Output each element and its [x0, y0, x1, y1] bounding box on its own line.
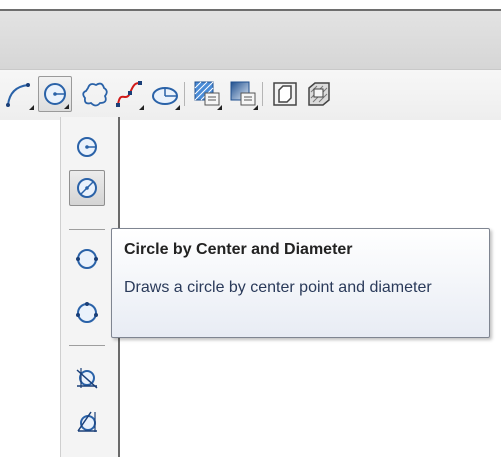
flyout-circle-tan-tan-radius[interactable] [69, 360, 105, 396]
flyout-separator [69, 229, 105, 230]
window-top [0, 0, 501, 9]
hatch-button[interactable] [190, 76, 224, 112]
region-button[interactable] [268, 76, 302, 112]
arc-button[interactable] [2, 76, 36, 112]
wipeout-icon [308, 82, 330, 106]
revision-cloud-button[interactable] [78, 76, 112, 112]
dropdown-corner [253, 105, 258, 110]
spline-button[interactable] [112, 76, 146, 112]
flyout-separator [69, 345, 105, 346]
circle-center-diameter-icon [77, 178, 97, 198]
circle-tan-tan-tan-icon [77, 411, 97, 432]
circle-button[interactable] [38, 76, 72, 112]
dropdown-corner [139, 105, 144, 110]
flyout-circle-tan-tan-tan[interactable] [69, 404, 105, 440]
circle-tan-tan-radius-icon [76, 368, 98, 389]
toolbar-separator [184, 82, 185, 106]
dropdown-corner [175, 105, 180, 110]
ribbon-panel-band [0, 11, 501, 70]
wipeout-button[interactable] [302, 76, 336, 112]
gradient-button[interactable] [226, 76, 260, 112]
dropdown-corner [64, 104, 69, 109]
revision-cloud-icon [82, 82, 108, 107]
ellipse-button[interactable] [148, 76, 182, 112]
tooltip-description: Draws a circle by center point and diame… [124, 279, 432, 296]
flyout-circle-2-point[interactable] [69, 241, 105, 277]
region-icon [273, 82, 297, 106]
circle-center-radius-icon [77, 137, 97, 157]
flyout-circle-center-radius[interactable] [69, 129, 105, 165]
flyout-circle-center-diameter[interactable] [69, 170, 105, 206]
toolbar-separator [262, 82, 263, 106]
tooltip-title: Circle by Center and Diameter [124, 241, 353, 258]
circle-3-point-icon [76, 302, 98, 323]
dropdown-corner [217, 105, 222, 110]
flyout-circle-3-point[interactable] [69, 295, 105, 331]
dropdown-corner [29, 105, 34, 110]
draw-toolbar [0, 70, 501, 120]
ellipse-icon [152, 87, 178, 105]
command-tooltip: Circle by Center and Diameter Draws a ci… [111, 228, 490, 338]
circle-2-point-icon [76, 249, 98, 269]
